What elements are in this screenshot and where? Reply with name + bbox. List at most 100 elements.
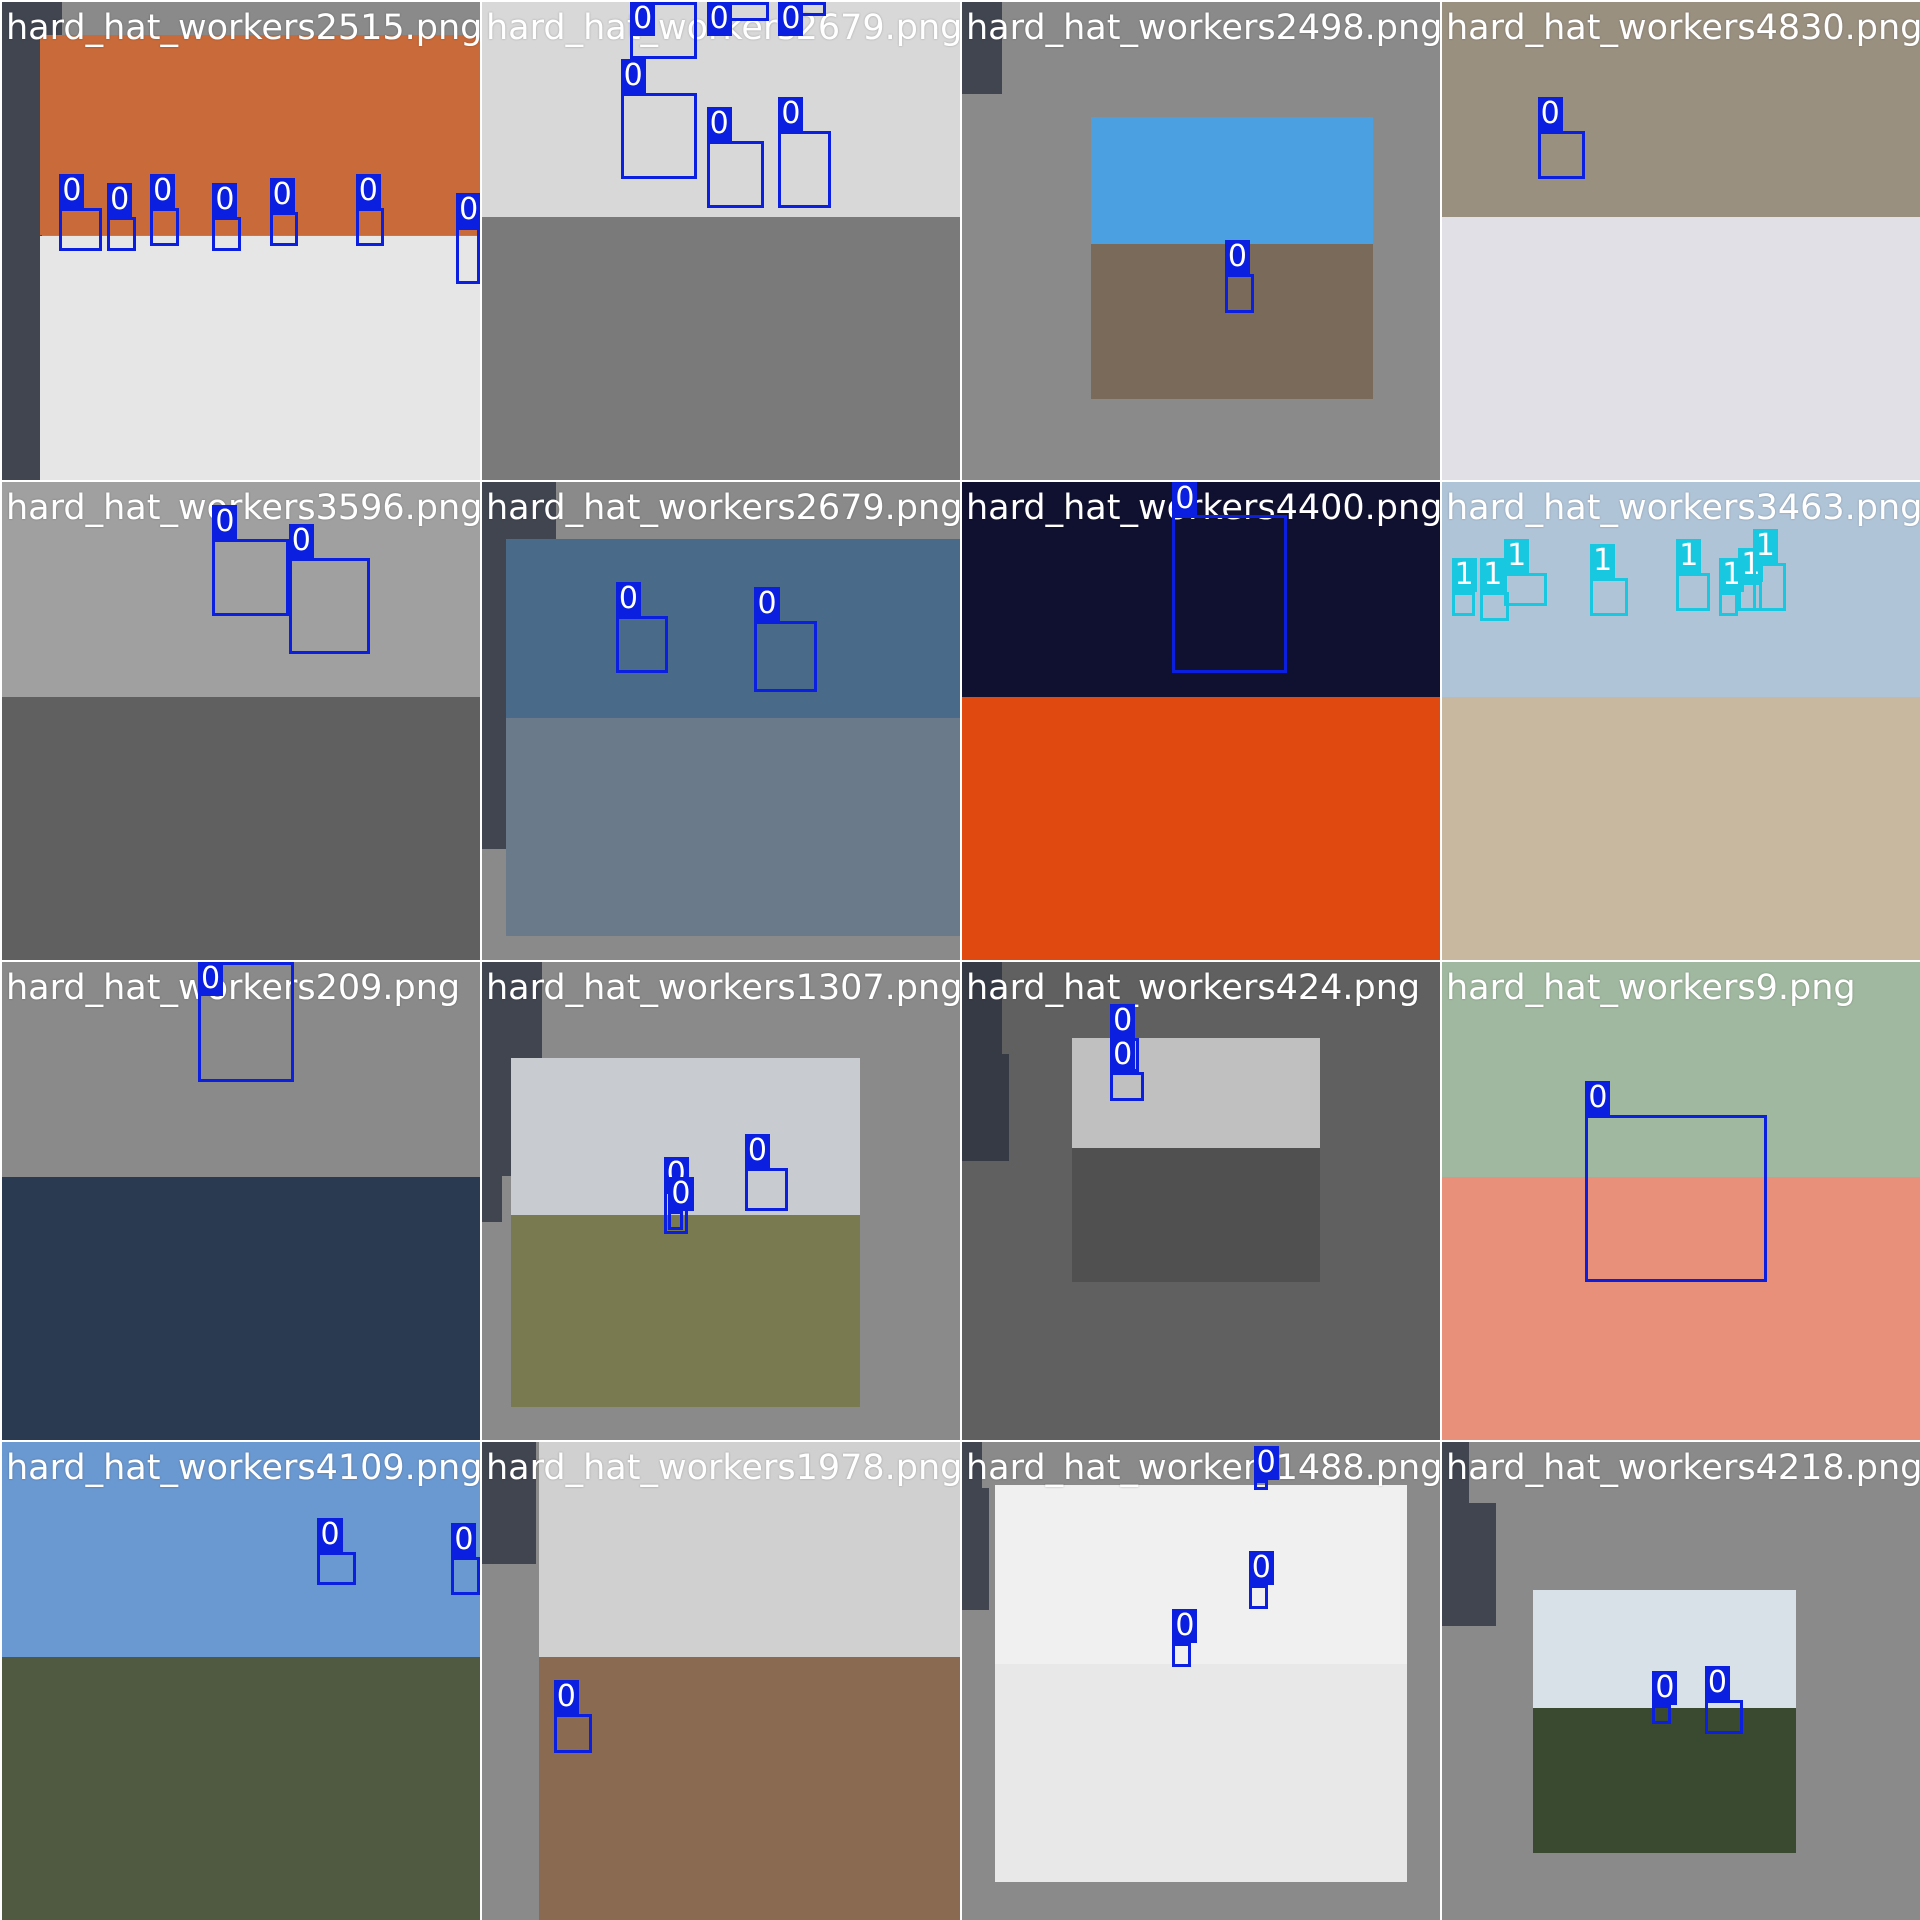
class-label: 0 — [778, 2, 804, 36]
bounding-box — [1110, 1071, 1144, 1101]
mosaic-tile: hard_hat_workers4218.png 0 0 — [1442, 1442, 1920, 1920]
class-label: 0 — [355, 173, 381, 208]
filename-label: hard_hat_workers2515.png — [6, 8, 480, 48]
bounding-box — [451, 1556, 480, 1595]
bounding-box — [1537, 131, 1586, 179]
class-label: 0 — [744, 1133, 770, 1168]
worker-figure — [482, 1176, 503, 1222]
class-label: 1 — [1480, 557, 1506, 592]
bounding-box — [620, 92, 698, 179]
mosaic-tile: hard_hat_workers2498.png 0 — [962, 2, 1440, 480]
bounding-box — [59, 207, 103, 251]
class-label: 0 — [212, 183, 238, 218]
mosaic-grid: hard_hat_workers2515.png0000000hard_hat_… — [0, 0, 1920, 1920]
class-label: 0 — [1110, 1037, 1136, 1072]
bounding-box — [1451, 591, 1476, 616]
photo-foreground — [1071, 1148, 1321, 1283]
photo-foreground — [1532, 1708, 1796, 1854]
filename-label: hard_hat_workers4218.png — [1446, 1448, 1920, 1488]
filename-label: hard_hat_workers9.png — [1446, 968, 1856, 1008]
worker-figure — [962, 1487, 989, 1550]
mosaic-tile: hard_hat_workers4830.png 0 — [1442, 2, 1920, 480]
class-label: 0 — [1652, 1670, 1678, 1705]
worker-figure — [2, 231, 43, 324]
mosaic-tile: hard_hat_workers1488.png 0 0 0 — [962, 1442, 1440, 1920]
bounding-box — [1676, 572, 1710, 612]
bounding-box — [212, 539, 289, 616]
class-label: 0 — [1110, 1004, 1136, 1039]
worker-figure — [1442, 1503, 1496, 1626]
bounding-box — [1704, 1700, 1744, 1734]
mosaic-tile: hard_hat_workers1307.png 0 0 0 — [482, 962, 960, 1440]
class-label: 0 — [630, 2, 656, 36]
filename-label: hard_hat_workers4109.png — [6, 1448, 480, 1488]
photo-foreground — [1442, 697, 1920, 960]
class-label: 0 — [197, 962, 224, 996]
bounding-box — [1224, 274, 1254, 313]
class-label: 0 — [706, 2, 732, 36]
filename-label: hard_hat_workers2679.png — [486, 488, 960, 528]
class-label: 0 — [1172, 1608, 1198, 1643]
mosaic-tile: hard_hat_workers424.png 0 0 — [962, 962, 1440, 1440]
class-label: 0 — [706, 106, 732, 141]
thumbnail-photo — [505, 539, 960, 937]
bounding-box — [269, 212, 299, 246]
class-label: 0 — [1224, 240, 1250, 275]
class-label: 0 — [1585, 1080, 1611, 1115]
thumbnail-photo — [1442, 2, 1920, 480]
mosaic-tile: hard_hat_workers3463.png 1 1 1 1 1 1 1 1 — [1442, 482, 1920, 960]
mosaic-tile: hard_hat_workers4400.png 0 — [962, 482, 1440, 960]
mosaic-tile: hard_hat_workers4109.png 0 0 — [2, 1442, 480, 1920]
class-label: 0 — [668, 1176, 694, 1211]
bounding-box — [1248, 1585, 1268, 1610]
photo-foreground — [1442, 217, 1920, 480]
bounding-box — [212, 217, 241, 251]
bounding-box — [456, 226, 480, 285]
worker-figure — [962, 1053, 1009, 1161]
filename-label: hard_hat_workers3463.png — [1446, 488, 1920, 528]
class-label: 1 — [1504, 538, 1530, 573]
mosaic-tile: hard_hat_workers3596.png 0 0 — [2, 482, 480, 960]
thumbnail-photo — [40, 35, 480, 480]
class-label: 0 — [269, 178, 295, 213]
worker-figure — [962, 1549, 989, 1611]
photo-foreground — [2, 1177, 480, 1440]
filename-label: hard_hat_workers3596.png — [6, 488, 480, 528]
bounding-box — [150, 207, 179, 246]
mosaic-tile: hard_hat_workers2679.png000000 — [482, 2, 960, 480]
class-label: 1 — [1676, 538, 1702, 573]
class-label: 0 — [456, 192, 480, 227]
bounding-box — [706, 140, 765, 208]
bounding-box — [107, 217, 136, 251]
bounding-box — [1172, 1642, 1192, 1667]
class-label: 0 — [1537, 97, 1563, 132]
photo-foreground — [482, 217, 960, 480]
bounding-box — [778, 131, 831, 208]
photo-background — [1091, 116, 1374, 244]
filename-label: hard_hat_workers2498.png — [966, 8, 1440, 48]
photo-foreground — [962, 697, 1440, 960]
photo-foreground — [2, 1657, 480, 1920]
class-label: 0 — [620, 58, 646, 93]
bounding-box — [1585, 1114, 1768, 1283]
bounding-box — [317, 1551, 356, 1586]
class-label: 0 — [317, 1517, 343, 1552]
thumbnail-photo — [482, 2, 960, 480]
bounding-box — [288, 558, 371, 655]
class-label: 0 — [288, 524, 314, 559]
worker-figure — [2, 139, 43, 232]
class-label: 1 — [1752, 529, 1778, 564]
photo-foreground — [995, 1663, 1407, 1882]
bounding-box — [1652, 1704, 1672, 1724]
photo-background — [505, 539, 960, 718]
class-label: 0 — [754, 586, 780, 621]
worker-figure — [2, 323, 43, 415]
filename-label: hard_hat_workers1978.png — [486, 1448, 960, 1488]
thumbnail-photo — [2, 1442, 480, 1920]
class-label: 0 — [553, 1680, 579, 1715]
bounding-box — [1504, 572, 1548, 607]
mosaic-tile: hard_hat_workers1978.png 0 — [482, 1442, 960, 1920]
class-label: 0 — [1172, 482, 1198, 516]
bounding-box — [744, 1167, 788, 1211]
worker-figure — [2, 414, 43, 480]
